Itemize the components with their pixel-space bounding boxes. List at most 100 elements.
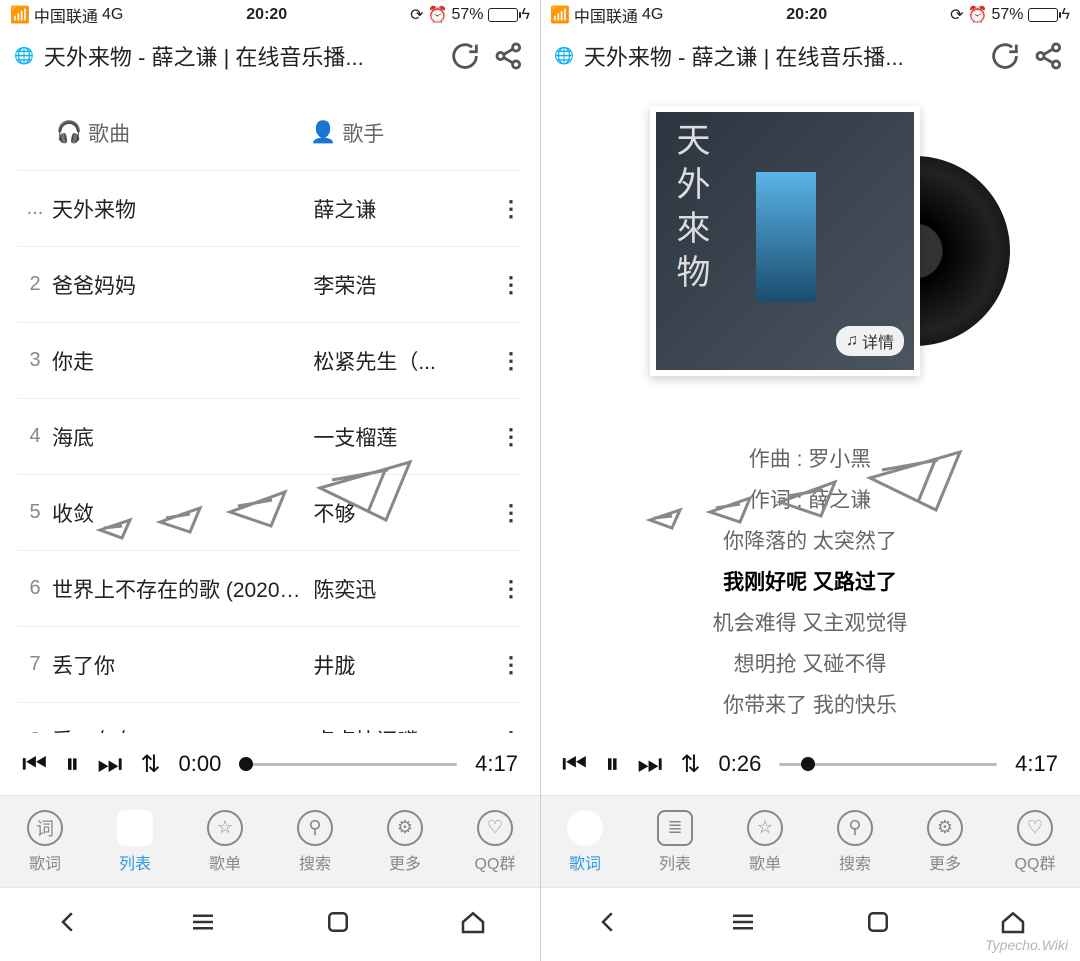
app-tab-bar: 词歌词 ≣ 列表 ☆歌单 ⚲ 搜索 ⚙更多♡QQ群 bbox=[0, 795, 540, 887]
tab-search[interactable]: ⚲ 搜索 bbox=[810, 796, 900, 887]
player-bar: ⏮ ⏸ ⏭ ⇅ 0:26 4:17 bbox=[540, 733, 1080, 795]
song-name: 收敛 bbox=[52, 498, 313, 528]
nav-back-button[interactable] bbox=[593, 907, 623, 942]
person-icon: 👤 bbox=[310, 121, 336, 145]
song-more-button[interactable]: ⋮ bbox=[500, 272, 522, 298]
tab-more[interactable]: ⚙更多 bbox=[900, 796, 990, 887]
lyrics-view: 天外來物 ♫ 详情 作曲 : 罗小黑作词 : 薛之谦你降落的 太突然了我刚好呢 … bbox=[540, 82, 1080, 733]
song-more-button[interactable]: ⋮ bbox=[500, 424, 522, 450]
search-icon: ⚲ bbox=[297, 810, 333, 846]
seek-bar[interactable] bbox=[779, 763, 997, 766]
share-button[interactable] bbox=[492, 39, 526, 73]
seek-bar[interactable] bbox=[239, 763, 457, 766]
lyrics-icon: 词 bbox=[567, 810, 603, 846]
tab-qq[interactable]: ♡QQ群 bbox=[990, 796, 1080, 887]
tab-label: 歌单 bbox=[749, 850, 781, 874]
song-row[interactable]: 3 你走 松紧先生（... ⋮ bbox=[18, 322, 522, 398]
tab-label: 列表 bbox=[659, 850, 691, 874]
search-icon: ⚲ bbox=[837, 810, 873, 846]
song-more-button[interactable]: ⋮ bbox=[500, 500, 522, 526]
album-cover[interactable]: 天外來物 ♫ 详情 bbox=[650, 106, 920, 376]
prev-button[interactable]: ⏮ bbox=[22, 748, 47, 781]
pause-button[interactable]: ⏸ bbox=[65, 748, 79, 781]
playlist-icon: ☆ bbox=[747, 810, 783, 846]
tab-label: 搜索 bbox=[839, 850, 871, 874]
nav-tabs-button[interactable] bbox=[323, 907, 353, 942]
duration: 4:17 bbox=[475, 751, 518, 777]
pause-button[interactable]: ⏸ bbox=[605, 748, 619, 781]
rotation-lock-icon: ⟳ bbox=[410, 5, 423, 25]
song-more-button[interactable]: ⋮ bbox=[500, 576, 522, 602]
phone-right: 📶 中国联通 4G 20:20 ⟳ ⏰ 57% ϟ 🌐 天外来物 - 薛之谦 |… bbox=[540, 0, 1080, 961]
nav-back-button[interactable] bbox=[53, 907, 83, 942]
music-note-icon: ♫ bbox=[846, 332, 858, 350]
prev-button[interactable]: ⏮ bbox=[562, 748, 587, 781]
lyric-line: 你带来了 我的快乐 bbox=[713, 689, 908, 719]
charging-icon: ϟ bbox=[1062, 6, 1070, 24]
rotation-lock-icon: ⟳ bbox=[950, 5, 963, 25]
nav-tabs-button[interactable] bbox=[863, 907, 893, 942]
song-row[interactable]: 8 爱，存在 卢卢快闭嘴 ⋮ bbox=[18, 702, 522, 733]
sort-button[interactable]: ⇅ bbox=[680, 750, 700, 779]
status-bar: 📶 中国联通 4G 20:20 ⟳ ⏰ 57% ϟ bbox=[540, 0, 1080, 30]
tab-lyrics[interactable]: 词歌词 bbox=[0, 796, 90, 887]
player-bar: ⏮ ⏸ ⏭ ⇅ 0:00 4:17 bbox=[0, 733, 540, 795]
nav-menu-button[interactable] bbox=[188, 907, 218, 942]
nav-home-button[interactable] bbox=[458, 907, 488, 942]
album-detail-button[interactable]: ♫ 详情 bbox=[836, 326, 904, 356]
charging-icon: ϟ bbox=[522, 6, 530, 24]
song-row[interactable]: 6 世界上不存在的歌 (2020重... 陈奕迅 ⋮ bbox=[18, 550, 522, 626]
song-row[interactable]: 2 爸爸妈妈 李荣浩 ⋮ bbox=[18, 246, 522, 322]
tab-playlist[interactable]: ☆ 歌单 bbox=[720, 796, 810, 887]
page-title[interactable]: 天外来物 - 薛之谦 | 在线音乐播... bbox=[584, 40, 978, 72]
song-artist: 井胧 bbox=[313, 650, 500, 680]
tab-list[interactable]: ≣列表 bbox=[630, 796, 720, 887]
song-row[interactable]: 7 丢了你 井胧 ⋮ bbox=[18, 626, 522, 702]
qq-icon: ♡ bbox=[1017, 810, 1053, 846]
song-artist: 松紧先生（... bbox=[313, 346, 500, 376]
song-row[interactable]: ... 天外来物 薛之谦 ⋮ bbox=[18, 170, 522, 246]
song-artist: 陈奕迅 bbox=[313, 574, 500, 604]
tab-playlist[interactable]: ☆歌单 bbox=[180, 796, 270, 887]
tab-label: 列表 bbox=[119, 850, 151, 874]
album-art-wrap: 天外來物 ♫ 详情 bbox=[650, 106, 970, 406]
more-icon: ⚙ bbox=[387, 810, 423, 846]
song-artist: 薛之谦 bbox=[313, 194, 500, 224]
page-title[interactable]: 天外来物 - 薛之谦 | 在线音乐播... bbox=[44, 40, 438, 72]
tab-label: 歌单 bbox=[209, 850, 241, 874]
tab-qq[interactable]: ♡QQ群 bbox=[450, 796, 540, 887]
song-artist: 一支榴莲 bbox=[313, 422, 500, 452]
tab-label: 搜索 bbox=[299, 850, 331, 874]
tab-search[interactable]: ⚲ 搜索 bbox=[270, 796, 360, 887]
qq-icon: ♡ bbox=[477, 810, 513, 846]
reload-button[interactable] bbox=[448, 39, 482, 73]
tab-lyrics[interactable]: 词歌词 bbox=[540, 796, 630, 887]
sort-button[interactable]: ⇅ bbox=[140, 750, 160, 779]
alarm-icon: ⏰ bbox=[428, 5, 448, 25]
album-title: 天外來物 bbox=[666, 122, 715, 298]
song-index: 2 bbox=[18, 273, 52, 296]
list-icon: ≣ bbox=[117, 810, 153, 846]
share-button[interactable] bbox=[1032, 39, 1066, 73]
tab-list[interactable]: ≣ 列表 bbox=[90, 796, 180, 887]
tab-label: 歌词 bbox=[29, 850, 61, 874]
song-index: 3 bbox=[18, 349, 52, 372]
song-index: ... bbox=[18, 197, 52, 220]
battery-percent: 57% bbox=[452, 6, 484, 24]
clock: 20:20 bbox=[246, 6, 287, 24]
song-index: 7 bbox=[18, 653, 52, 676]
song-more-button[interactable]: ⋮ bbox=[500, 652, 522, 678]
next-button[interactable]: ⏭ bbox=[97, 748, 122, 781]
next-button[interactable]: ⏭ bbox=[637, 748, 662, 781]
carrier: 中国联通 bbox=[574, 3, 638, 27]
reload-button[interactable] bbox=[988, 39, 1022, 73]
tab-more[interactable]: ⚙更多 bbox=[360, 796, 450, 887]
song-name: 爱，存在 bbox=[52, 725, 313, 733]
lyric-line: 机会难得 又主观觉得 bbox=[713, 607, 908, 637]
nav-menu-button[interactable] bbox=[728, 907, 758, 942]
song-row[interactable]: 4 海底 一支榴莲 ⋮ bbox=[18, 398, 522, 474]
song-more-button[interactable]: ⋮ bbox=[500, 196, 522, 222]
song-name: 天外来物 bbox=[52, 194, 313, 224]
song-row[interactable]: 5 收敛 不够 ⋮ bbox=[18, 474, 522, 550]
song-more-button[interactable]: ⋮ bbox=[500, 348, 522, 374]
